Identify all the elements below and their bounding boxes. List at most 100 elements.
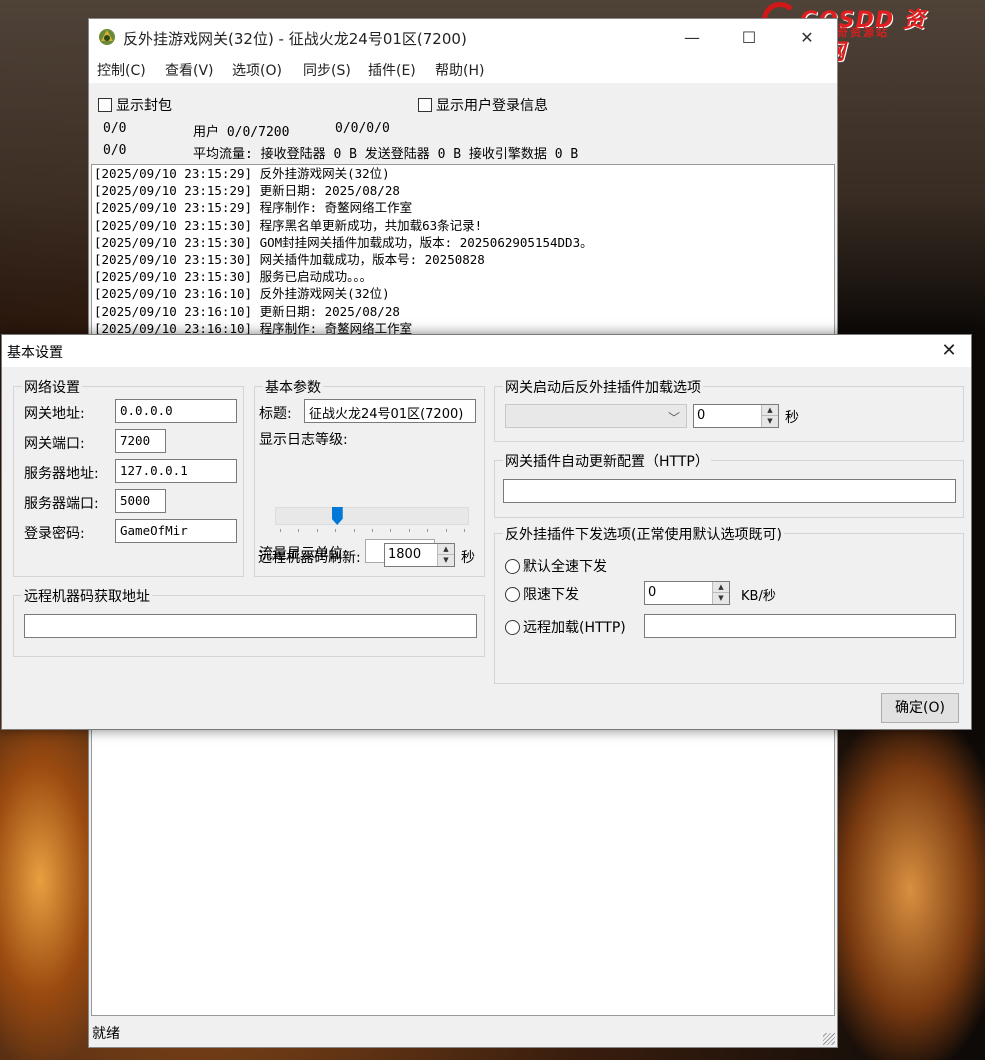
slider-tick [335, 529, 337, 532]
stepper-up-icon[interactable]: ▲ [762, 405, 778, 416]
full-speed-label: 默认全速下发 [523, 559, 607, 575]
stepper-down-icon[interactable]: ▼ [762, 416, 778, 427]
log-level-label: 显示日志等级: [259, 432, 348, 448]
gateway-address-label: 网关地址: [24, 406, 85, 422]
gateway-port-label: 网关端口: [24, 436, 85, 452]
stepper-buttons: ▲ ▼ [437, 544, 454, 566]
slider-tick [298, 529, 300, 532]
menu-help[interactable]: 帮助(H) [435, 60, 484, 80]
stepper-buttons: ▲ ▼ [761, 405, 778, 427]
menu-view[interactable]: 查看(V) [165, 60, 214, 80]
plugin-load-select[interactable]: ﹀ [505, 404, 687, 428]
dialog-close-button[interactable]: ✕ [931, 336, 967, 366]
server-address-input[interactable]: 127.0.0.1 [115, 459, 237, 483]
radio-circle [505, 619, 520, 635]
dispatch-options-group: 反外挂插件下发选项(正常使用默认选项既可) 默认全速下发 限速下发 0 ▲ ▼ … [494, 524, 964, 684]
slider-tick [445, 529, 447, 532]
log-line: [2025/09/10 23:15:29] 反外挂游戏网关(32位) [94, 166, 390, 181]
stepper-up-icon[interactable]: ▲ [713, 582, 729, 593]
stat-connections: 0/0 [103, 121, 127, 136]
refresh-unit: 秒 [461, 550, 475, 566]
stepper-up-icon[interactable]: ▲ [438, 544, 454, 555]
slider-tick [372, 529, 373, 532]
server-port-label: 服务器端口: [24, 496, 99, 512]
minimize-button[interactable]: — [672, 25, 712, 51]
slider-tick [427, 529, 429, 532]
checkbox-box [418, 98, 432, 112]
auto-update-url-input[interactable] [503, 479, 956, 503]
refresh-label: 远程机器码刷新: [258, 550, 361, 566]
stat-counters: 0/0/0/0 [335, 121, 390, 136]
status-text: 就绪 [92, 1026, 120, 1042]
group-label: 网关插件自动更新配置（HTTP） [503, 451, 711, 471]
remote-load-url-input[interactable] [644, 614, 956, 638]
plugin-delay-stepper[interactable]: 0 ▲ ▼ [693, 404, 779, 428]
stepper-buttons: ▲ ▼ [712, 582, 729, 604]
menu-options[interactable]: 选项(O) [232, 60, 282, 80]
close-button[interactable]: ✕ [787, 25, 827, 51]
stepper-down-icon[interactable]: ▼ [713, 593, 729, 604]
group-label: 基本参数 [263, 377, 323, 397]
slider-tick [408, 529, 410, 532]
slider-tick [316, 529, 318, 532]
log-level-slider[interactable] [275, 507, 469, 525]
show-packets-checkbox[interactable]: 显示封包 [98, 95, 172, 115]
full-speed-radio[interactable]: 默认全速下发 [505, 556, 607, 576]
checkbox-box [98, 98, 112, 112]
slider-tick [390, 529, 392, 532]
group-label: 网络设置 [22, 377, 82, 397]
remote-load-radio[interactable]: 远程加载(HTTP) [505, 617, 626, 637]
menu-control[interactable]: 控制(C) [97, 60, 146, 80]
network-settings-group: 网络设置 网关地址: 0.0.0.0 网关端口: 7200 服务器地址: 127… [13, 377, 244, 577]
window-title: 反外挂游戏网关(32位) - 征战火龙24号01区(7200) [123, 30, 467, 48]
stat-sessions: 0/0 [103, 143, 127, 158]
plugin-load-group: 网关启动后反外挂插件加载选项 ﹀ 0 ▲ ▼ 秒 [494, 377, 964, 442]
show-packets-label: 显示封包 [116, 98, 172, 114]
stepper-down-icon[interactable]: ▼ [438, 555, 454, 566]
gateway-address-input[interactable]: 0.0.0.0 [115, 399, 237, 423]
plugin-delay-value: 0 [697, 408, 706, 423]
log-line: [2025/09/10 23:15:30] 网关插件加载成功，版本号: 2025… [94, 252, 485, 268]
log-line: [2025/09/10 23:15:29] 更新日期: 2025/08/28 [94, 183, 400, 199]
slider-tick [464, 529, 465, 532]
title-input[interactable]: 征战火龙24号01区(7200) [304, 399, 476, 423]
remote-code-url-input[interactable] [24, 614, 477, 638]
speed-limit-unit: KB/秒 [741, 589, 776, 604]
chevron-down-icon: ﹀ [667, 411, 680, 425]
stats-panel: 显示封包 显示用户登录信息 0/0 用户 0/0/7200 0/0/0/0 0/… [89, 83, 837, 163]
background-fire-right [820, 720, 985, 1060]
dialog-title-bar[interactable]: 基本设置 ✕ [2, 335, 971, 367]
app-icon [99, 29, 115, 45]
slider-tick [353, 529, 355, 532]
stat-traffic: 平均流量: 接收登陆器 0 B 发送登陆器 0 B 接收引擎数据 0 B [193, 147, 579, 162]
menu-bar: 控制(C) 查看(V) 选项(O) 同步(S) 插件(E) 帮助(H) [89, 57, 837, 83]
rate-limit-radio[interactable]: 限速下发 [505, 584, 579, 604]
speed-limit-stepper[interactable]: 0 ▲ ▼ [644, 581, 730, 605]
settings-dialog: 基本设置 ✕ 网络设置 网关地址: 0.0.0.0 网关端口: 7200 服务器… [1, 334, 972, 730]
title-bar[interactable]: 反外挂游戏网关(32位) - 征战火龙24号01区(7200) — ☐ ✕ [89, 19, 837, 57]
login-password-label: 登录密码: [24, 526, 85, 542]
server-port-input[interactable]: 5000 [115, 489, 166, 513]
log-line: [2025/09/10 23:15:30] 服务已启动成功。。。 [94, 269, 373, 285]
refresh-value: 1800 [388, 547, 422, 562]
menu-plugins[interactable]: 插件(E) [368, 60, 416, 80]
log-line: [2025/09/10 23:16:10] 更新日期: 2025/08/28 [94, 303, 400, 319]
log-line: [2025/09/10 23:15:29] 程序制作: 奇鳌网络工作室 [94, 200, 413, 216]
resize-grip-icon[interactable] [823, 1033, 835, 1045]
login-password-input[interactable]: GameOfMir [115, 519, 237, 543]
show-login-checkbox[interactable]: 显示用户登录信息 [418, 95, 548, 115]
dialog-title: 基本设置 [7, 345, 63, 361]
ok-button[interactable]: 确定(O) [881, 693, 959, 723]
stat-users: 用户 0/0/7200 [193, 125, 290, 140]
group-label: 反外挂插件下发选项(正常使用默认选项既可) [503, 524, 784, 544]
group-label: 网关启动后反外挂插件加载选项 [503, 377, 703, 397]
log-line: [2025/09/10 23:15:30] 程序黑名单更新成功，共加载63条记录… [94, 217, 483, 233]
plugin-delay-unit: 秒 [785, 410, 799, 426]
refresh-stepper[interactable]: 1800 ▲ ▼ [384, 543, 455, 567]
maximize-button[interactable]: ☐ [729, 25, 769, 51]
rate-limit-label: 限速下发 [523, 587, 579, 603]
slider-ticks [275, 529, 469, 532]
menu-sync[interactable]: 同步(S) [303, 60, 351, 80]
gateway-port-input[interactable]: 7200 [115, 429, 166, 453]
radio-circle [505, 586, 520, 602]
